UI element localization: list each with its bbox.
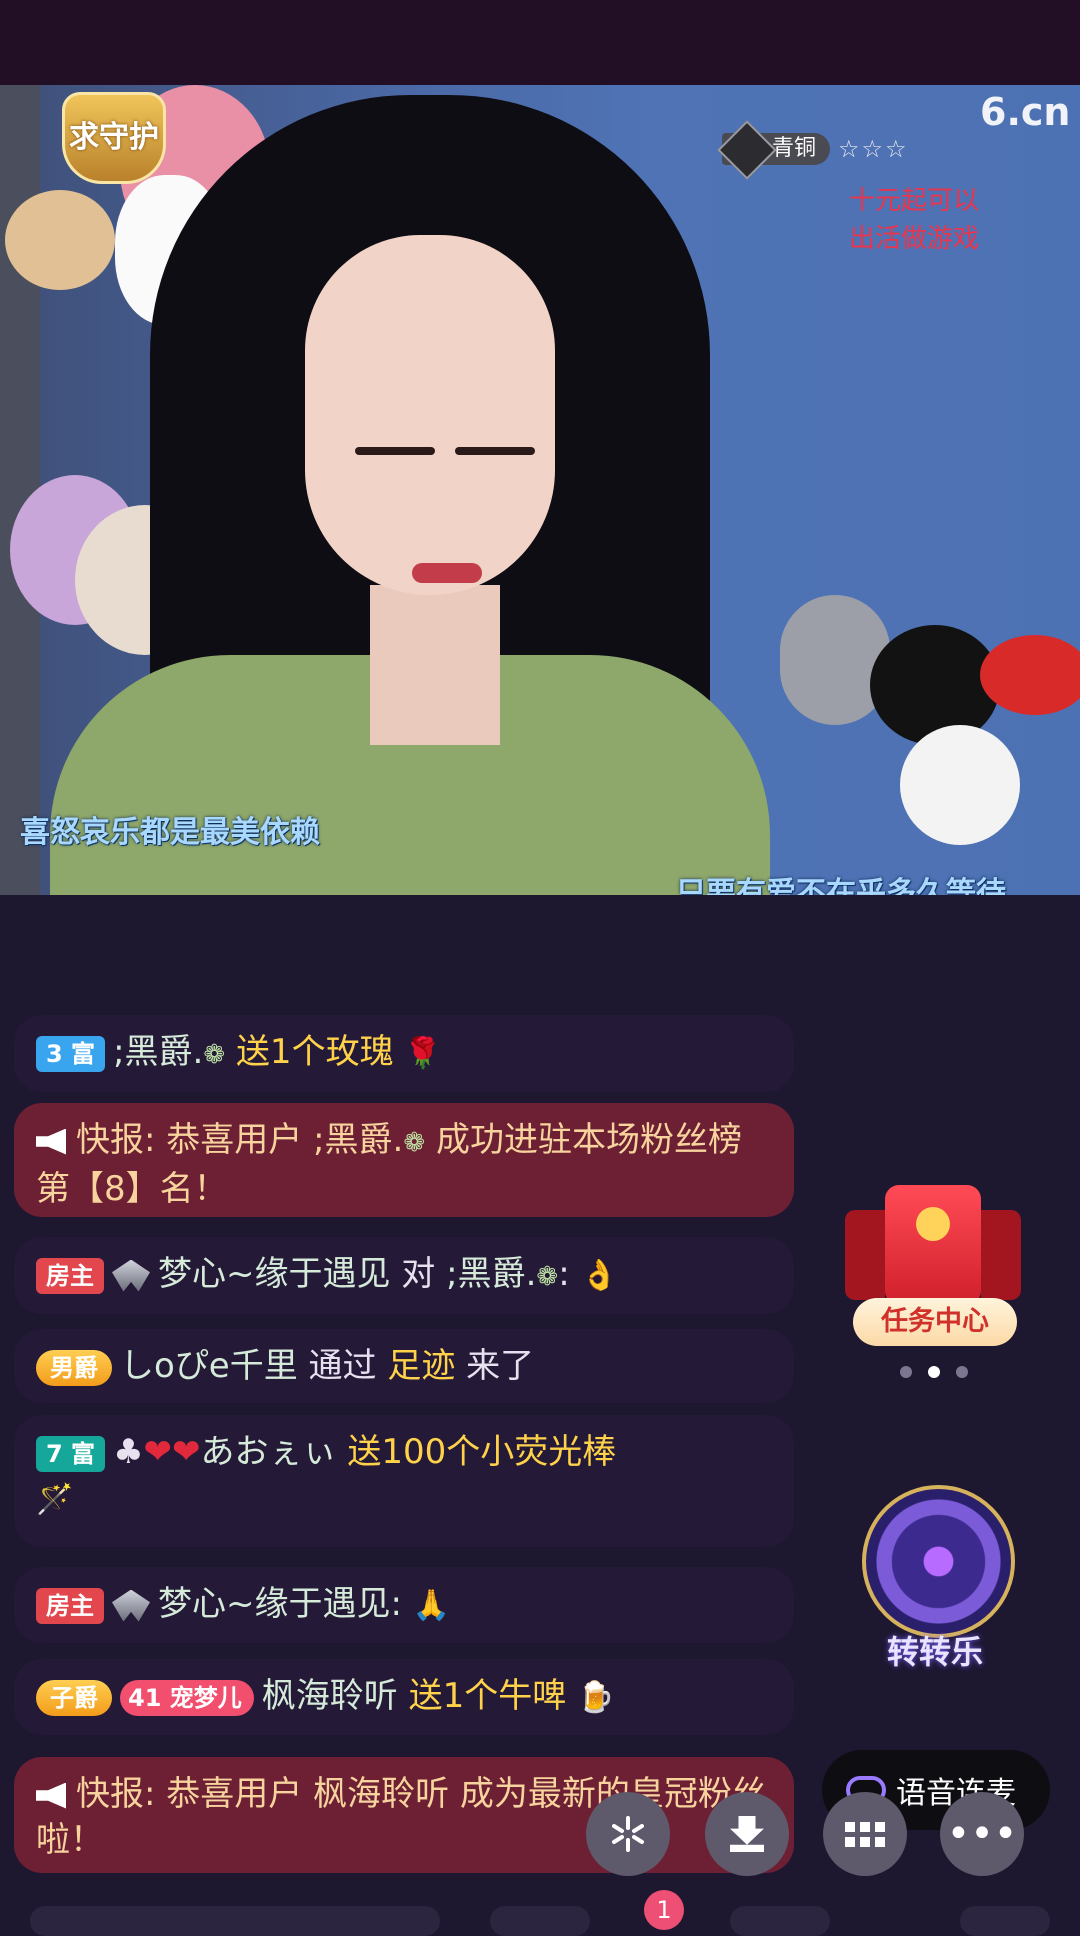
chat-message[interactable]: 房主 梦心~缘于遇见 对 ;黑爵.❁: 👌	[14, 1237, 794, 1314]
club-heart-icons: ♣	[113, 1432, 144, 1472]
guard-badge-label: 求守护	[69, 120, 159, 155]
chat-text: 对	[390, 1254, 447, 1294]
pet-name: 宠梦儿	[169, 1683, 242, 1712]
toolbar-pill[interactable]	[960, 1906, 1050, 1936]
mouse-plush	[860, 625, 1080, 885]
toolbar-pill[interactable]	[730, 1906, 830, 1936]
stream-sign: 十元起可以 出活做游戏	[830, 182, 998, 258]
more-button[interactable]: •••	[940, 1792, 1024, 1876]
gift-action: 送1个玫瑰	[235, 1032, 394, 1072]
task-center-button[interactable]: 任务中心	[845, 1180, 1025, 1350]
download-button[interactable]	[705, 1792, 789, 1876]
bear-plush	[5, 190, 115, 290]
rank-label: 青铜	[772, 136, 817, 161]
chat-message[interactable]: 房主 梦心~缘于遇见: 🙏	[14, 1567, 794, 1643]
bottom-toolbar	[30, 1902, 1050, 1936]
chat-message[interactable]: 男爵 しoぴe千里 通过 足迹 来了	[14, 1329, 794, 1403]
share-burst-icon	[612, 1816, 644, 1852]
announcement-text: 快报: 恭喜用户 ;黑爵.	[76, 1120, 404, 1160]
streamer-face	[305, 235, 555, 595]
wealth-level-badge: 7 富	[36, 1435, 106, 1472]
streamer-eye	[455, 447, 535, 455]
spin-wheel-icon	[862, 1485, 1015, 1638]
pet-level: 41	[128, 1683, 162, 1712]
glow-stick-icon: 🪄	[36, 1482, 74, 1517]
pray-icon: 🙏	[412, 1588, 451, 1623]
ok-hand-icon: 👌	[580, 1258, 618, 1293]
red-envelope-icon	[845, 1185, 1021, 1305]
streamer-neck	[370, 585, 500, 745]
chat-message[interactable]: 7 富 ♣❤❤あおぇぃ 送100个小荧光棒 🪄	[14, 1415, 794, 1547]
streamer-rank: 青铜 ☆☆☆	[717, 120, 909, 180]
spin-wheel-label: 转转乐	[886, 1633, 983, 1671]
status-bar	[0, 0, 1080, 85]
announcement-message: 快报: 恭喜用户 枫海聆听 成为最新的皇冠粉丝啦！	[14, 1757, 794, 1873]
guard-shield-badge[interactable]: 求守护	[62, 92, 166, 184]
chat-user[interactable]: しoぴe千里	[120, 1346, 298, 1386]
heart-icon: ❤❤	[143, 1432, 201, 1472]
chat-user[interactable]: ;黑爵.	[113, 1032, 203, 1072]
pet-badge: 41 宠梦儿	[120, 1679, 254, 1716]
carousel-dot	[956, 1366, 968, 1378]
flower-icon: ❁	[203, 1040, 226, 1070]
lyric-left: 喜怒哀乐都是最美依赖	[20, 815, 320, 850]
task-center-label: 任务中心	[853, 1298, 1017, 1346]
host-badge: 房主	[36, 1587, 104, 1624]
carousel-dots	[900, 1366, 968, 1378]
site-watermark: 6.cn	[980, 90, 1071, 134]
chat-user[interactable]: 梦心~缘于遇见	[158, 1254, 391, 1294]
host-badge: 房主	[36, 1257, 104, 1294]
chat-input-pill[interactable]	[30, 1906, 440, 1936]
sign-line: 十元起可以	[848, 186, 979, 216]
carousel-dot-active	[928, 1366, 940, 1378]
flower-icon: ❁	[403, 1128, 426, 1158]
rank-stars: ☆☆☆	[838, 135, 909, 163]
sign-line: 出活做游戏	[848, 224, 979, 254]
apps-grid-icon	[845, 1821, 885, 1847]
speaker-icon	[36, 1128, 66, 1155]
streamer-lips	[412, 563, 482, 583]
wing-icon	[112, 1589, 150, 1622]
chat-mention[interactable]: ;黑爵.	[446, 1254, 536, 1294]
chat-message[interactable]: 子爵 41 宠梦儿 枫海聆听 送1个牛啤 🍺	[14, 1659, 794, 1735]
wealth-level-badge: 3 富	[36, 1035, 106, 1072]
chat-text: 来了	[455, 1346, 535, 1386]
rose-icon: 🌹	[404, 1036, 442, 1071]
chat-text: 通过	[297, 1346, 388, 1386]
notification-badge: 1	[644, 1890, 684, 1930]
beer-icon: 🍺	[577, 1680, 615, 1715]
chat-message[interactable]: 3 富 ;黑爵.❁ 送1个玫瑰 🌹	[14, 1015, 794, 1092]
baron-badge: 男爵	[36, 1349, 112, 1386]
flower-icon: ❁	[536, 1262, 559, 1292]
download-icon	[730, 1816, 764, 1852]
chat-user[interactable]: 梦心~缘于遇见:	[158, 1584, 402, 1624]
speaker-icon	[36, 1782, 66, 1809]
spin-wheel-button[interactable]: 转转乐	[850, 1475, 1020, 1675]
streamer-eye	[355, 447, 435, 455]
chat-text: :	[558, 1254, 581, 1294]
apps-button[interactable]	[823, 1792, 907, 1876]
chat-user[interactable]: あおぇぃ	[201, 1432, 337, 1472]
chat-user[interactable]: 枫海聆听	[262, 1676, 398, 1716]
lyric-right: 只要有爱不在乎多久等待	[676, 876, 1006, 895]
footprint-link[interactable]: 足迹	[387, 1346, 455, 1386]
gift-action: 送1个牛啤	[408, 1676, 567, 1716]
more-dots-icon: •••	[946, 1811, 1018, 1857]
gift-action: 送100个小荧光棒	[347, 1432, 617, 1472]
viscount-badge: 子爵	[36, 1679, 112, 1716]
announcement-message: 快报: 恭喜用户 ;黑爵.❁ 成功进驻本场粉丝榜第【8】名！	[14, 1103, 794, 1217]
share-button[interactable]	[586, 1792, 670, 1876]
carousel-dot	[900, 1366, 912, 1378]
toolbar-pill[interactable]	[490, 1906, 590, 1936]
wing-icon	[112, 1259, 150, 1292]
